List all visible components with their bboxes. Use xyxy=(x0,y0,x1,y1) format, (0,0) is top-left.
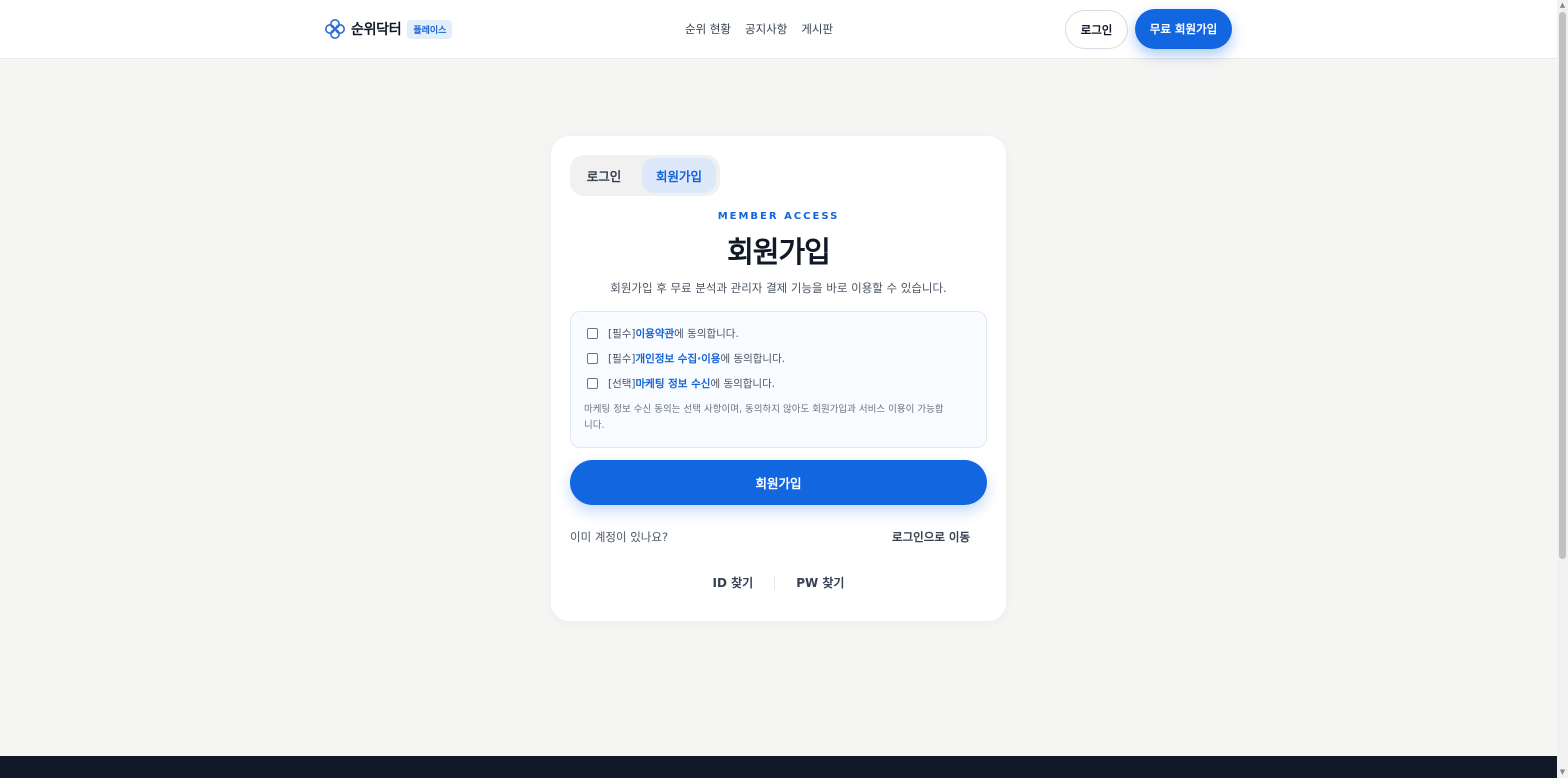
agreement-suffix: 에 동의합니다. xyxy=(720,352,786,365)
scrollbar-thumb[interactable] xyxy=(1559,12,1566,559)
arrow-up-icon[interactable]: ▲ xyxy=(1559,1,1566,9)
brand-logo[interactable]: 순위닥터 플레이스 xyxy=(324,18,453,40)
nav-item-notice[interactable]: 공지사항 xyxy=(745,21,787,37)
marketing-link[interactable]: 마케팅 정보 수신 xyxy=(636,376,711,391)
divider xyxy=(774,575,776,590)
signup-card: 로그인 회원가입 MEMBER ACCESS 회원가입 회원가입 후 무료 분석… xyxy=(551,136,1006,621)
agreement-prefix: [선택] xyxy=(608,377,636,390)
agreement-row-terms[interactable]: [필수] 이용약관 에 동의합니다. xyxy=(587,325,739,341)
auth-tabs: 로그인 회원가입 xyxy=(570,155,720,196)
agreement-prefix: [필수] xyxy=(608,352,636,365)
agreement-suffix: 에 동의합니다. xyxy=(674,327,739,340)
terms-checkbox[interactable] xyxy=(587,327,598,339)
tab-signup[interactable]: 회원가입 xyxy=(642,158,716,193)
agreement-box: [필수] 이용약관 에 동의합니다. [필수] 개인정보 수집·이용 에 동의합… xyxy=(570,311,987,448)
arrow-down-icon[interactable]: ▼ xyxy=(1559,768,1566,776)
top-header: 순위닥터 플레이스 순위 현황 공지사항 게시판 로그인 무료 회원가입 xyxy=(0,0,1557,59)
goto-login-link[interactable]: 로그인으로 이동 xyxy=(892,529,970,545)
nav-item-ranking[interactable]: 순위 현황 xyxy=(685,21,731,37)
main-nav: 순위 현황 공지사항 게시판 xyxy=(685,21,833,37)
marketing-checkbox[interactable] xyxy=(587,377,598,389)
eyebrow-label: MEMBER ACCESS xyxy=(717,211,840,222)
find-account-row: ID 찾기 PW 찾기 xyxy=(551,574,1006,591)
agreement-prefix: [필수] xyxy=(608,327,636,340)
vertical-scrollbar[interactable]: ▲ ▼ xyxy=(1557,0,1568,778)
marketing-note: 마케팅 정보 수신 동의는 선택 사항이며, 동의하지 않아도 회원가입과 서비… xyxy=(584,404,944,431)
privacy-link[interactable]: 개인정보 수집·이용 xyxy=(636,351,721,366)
find-pw-link[interactable]: PW 찾기 xyxy=(796,574,844,591)
agreement-suffix: 에 동의합니다. xyxy=(710,377,776,390)
header-signup-button[interactable]: 무료 회원가입 xyxy=(1135,9,1232,49)
header-login-button[interactable]: 로그인 xyxy=(1065,10,1128,49)
tab-login[interactable]: 로그인 xyxy=(574,158,634,193)
clover-logo-icon xyxy=(325,19,345,39)
already-account-text: 이미 계정이 있나요? xyxy=(570,530,669,544)
agreement-row-marketing[interactable]: [선택] 마케팅 정보 수신 에 동의합니다. xyxy=(587,375,775,391)
page-title: 회원가입 xyxy=(727,235,831,269)
brand-name: 순위닥터 xyxy=(351,22,402,38)
find-id-link[interactable]: ID 찾기 xyxy=(713,574,754,591)
brand-badge: 플레이스 xyxy=(407,19,453,39)
terms-link[interactable]: 이용약관 xyxy=(636,326,675,341)
agreement-row-privacy[interactable]: [필수] 개인정보 수집·이용 에 동의합니다. xyxy=(587,350,785,366)
footer xyxy=(0,756,1557,778)
privacy-checkbox[interactable] xyxy=(587,352,598,364)
nav-item-board[interactable]: 게시판 xyxy=(801,21,833,37)
signup-submit-button[interactable]: 회원가입 xyxy=(570,460,987,505)
page-subtitle: 회원가입 후 무료 분석과 관리자 결제 기능을 바로 이용할 수 있습니다. xyxy=(610,281,947,295)
